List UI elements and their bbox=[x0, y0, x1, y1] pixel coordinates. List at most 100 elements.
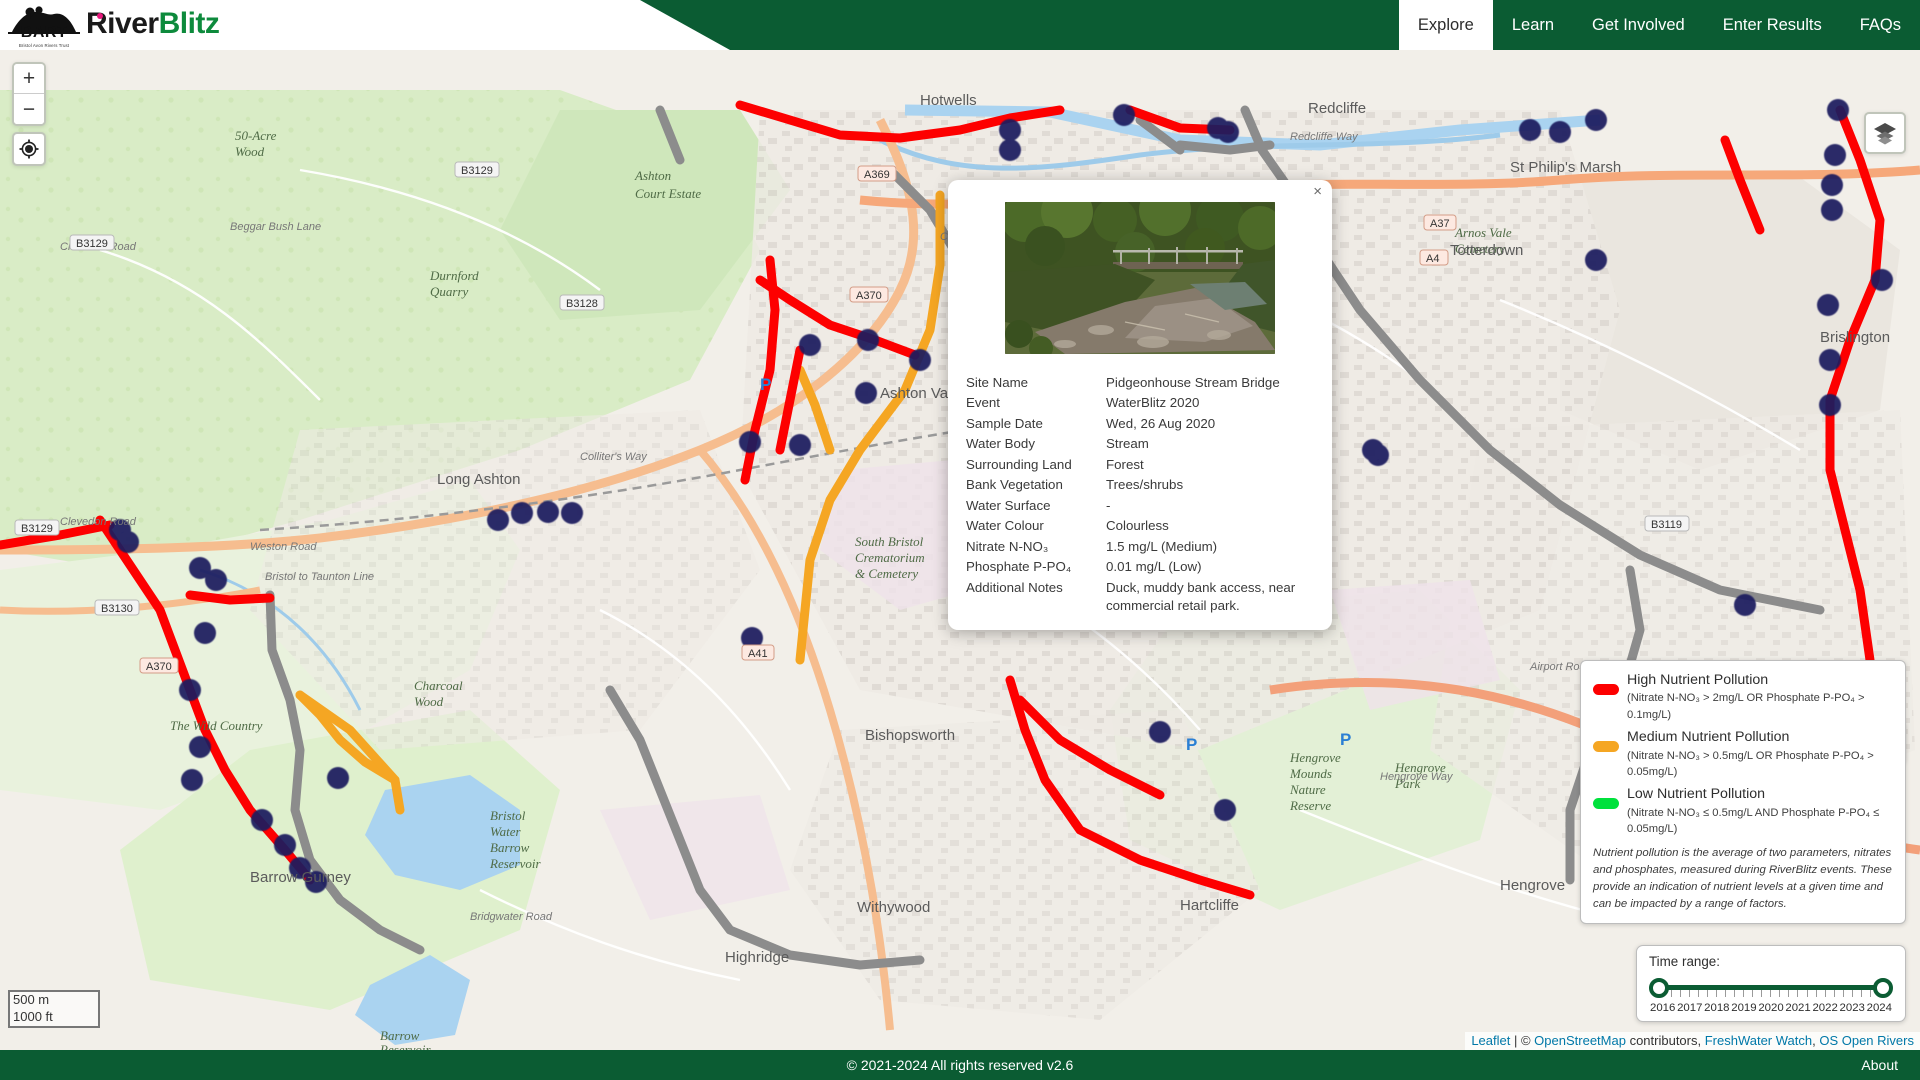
popup-row-key: Additional Notes bbox=[966, 579, 1063, 595]
site-photo bbox=[1005, 202, 1275, 354]
time-range-slider[interactable] bbox=[1649, 975, 1893, 1001]
brand-logo[interactable]: BART Bristol Avon Rivers Trust RiverBlit… bbox=[8, 0, 220, 50]
year-label: 2016 bbox=[1650, 1002, 1676, 1014]
svg-text:A369: A369 bbox=[864, 169, 890, 181]
nav-item-learn[interactable]: Learn bbox=[1493, 0, 1573, 50]
svg-text:Charcoal: Charcoal bbox=[414, 678, 463, 693]
svg-text:Quarry: Quarry bbox=[430, 284, 469, 299]
site-detail-table: Site Name Pidgeonhouse Stream Bridge Event… bbox=[966, 372, 1314, 616]
layers-icon bbox=[1874, 123, 1896, 145]
year-label: 2021 bbox=[1785, 1002, 1811, 1014]
nav-item-faqs[interactable]: FAQs bbox=[1841, 0, 1920, 50]
popup-row-key: Site Name bbox=[966, 374, 1029, 390]
popup-row-key: Bank Vegetation bbox=[966, 477, 1063, 493]
year-label: 2020 bbox=[1758, 1002, 1784, 1014]
slider-tick bbox=[1716, 990, 1718, 997]
main-navigation[interactable]: Explore Learn Get Involved Enter Results FAQ… bbox=[1398, 0, 1920, 50]
popup-row: Additional Notes Duck, muddy bank access,… bbox=[966, 577, 1314, 615]
legend-text-group: Medium Nutrient Pollution (Nitrate N-NO₃ … bbox=[1627, 728, 1893, 780]
svg-text:Arnos Vale: Arnos Vale bbox=[1454, 225, 1512, 240]
legend-item-title: Low Nutrient Pollution bbox=[1627, 786, 1766, 803]
slider-tick bbox=[1761, 990, 1763, 997]
svg-text:A370: A370 bbox=[856, 290, 882, 302]
svg-text:A37: A37 bbox=[1430, 218, 1450, 230]
svg-text:Barrow: Barrow bbox=[490, 840, 530, 855]
popup-row: Phosphate P-PO₄ 0.01 mg/L (Low) bbox=[966, 557, 1314, 578]
slider-tick bbox=[1851, 990, 1853, 997]
svg-text:B3129: B3129 bbox=[461, 165, 493, 177]
map-scale-bar: 500 m 1000 ft bbox=[8, 989, 100, 1028]
svg-text:Redcliffe: Redcliffe bbox=[1308, 100, 1366, 117]
locate-me-button[interactable] bbox=[12, 132, 46, 166]
svg-text:Withywood: Withywood bbox=[857, 899, 930, 916]
site-footer: © 2021-2024 All rights reserved v2.6 Abo… bbox=[0, 1050, 1920, 1080]
brand-r: R bbox=[86, 7, 108, 40]
slider-tick bbox=[1788, 990, 1790, 997]
svg-text:Bishopsworth: Bishopsworth bbox=[865, 727, 955, 744]
footer-about-link[interactable]: About bbox=[1861, 1050, 1898, 1080]
os-open-rivers-link[interactable]: OS Open Rivers bbox=[1819, 1033, 1914, 1048]
svg-text:Bristol: Bristol bbox=[490, 808, 526, 823]
popup-row-key: Phosphate P-PO₄ bbox=[966, 559, 1072, 575]
layers-button[interactable] bbox=[1864, 112, 1906, 154]
legend-colour-swatch bbox=[1593, 740, 1619, 752]
legend-item-criteria: (Nitrate N-NO₃ > 0.5mg/L OR Phosphate P-… bbox=[1627, 749, 1874, 778]
slider-tick bbox=[1815, 990, 1817, 997]
svg-text:Durnford: Durnford bbox=[429, 268, 479, 283]
svg-text:Reservoir: Reservoir bbox=[379, 1042, 431, 1050]
year-label: 2024 bbox=[1866, 1002, 1892, 1014]
svg-text:Bridgwater Road: Bridgwater Road bbox=[470, 911, 553, 923]
popup-row-value: 0.01 mg/L (Low) bbox=[1106, 559, 1202, 575]
nav-item-enter-results[interactable]: Enter Results bbox=[1704, 0, 1841, 50]
svg-text:St Philip's Marsh: St Philip's Marsh bbox=[1510, 159, 1621, 176]
slider-handle-end[interactable] bbox=[1873, 978, 1893, 998]
popup-row: Water Surface - bbox=[966, 495, 1314, 516]
footer-copyright: © 2021-2024 All rights reserved v2.6 bbox=[846, 1057, 1074, 1073]
popup-row: Bank Vegetation Trees/shrubs bbox=[966, 475, 1314, 496]
popup-close-button[interactable]: × bbox=[1313, 184, 1322, 199]
svg-text:B3129: B3129 bbox=[76, 238, 108, 250]
svg-text:Beggar Bush Lane: Beggar Bush Lane bbox=[230, 221, 321, 233]
slider-tick bbox=[1671, 990, 1673, 997]
slider-tick bbox=[1770, 990, 1772, 997]
svg-text:B3130: B3130 bbox=[101, 603, 133, 615]
nav-item-get-involved[interactable]: Get Involved bbox=[1573, 0, 1704, 50]
slider-tick bbox=[1842, 990, 1844, 997]
openstreetmap-link[interactable]: OpenStreetMap bbox=[1534, 1033, 1626, 1048]
zoom-control[interactable]: + − bbox=[12, 62, 46, 126]
scale-metric: 500 m bbox=[8, 989, 100, 1009]
popup-row: Surrounding Land Forest bbox=[966, 454, 1314, 475]
attr-copyright-symbol: © bbox=[1520, 1033, 1535, 1048]
svg-text:Clevedon Road: Clevedon Road bbox=[60, 516, 137, 528]
nav-item-explore[interactable]: Explore bbox=[1398, 0, 1493, 50]
svg-text:A41: A41 bbox=[748, 648, 768, 660]
popup-row-key: Water Body bbox=[966, 436, 1035, 452]
svg-text:Wood: Wood bbox=[414, 694, 444, 709]
site-detail-popup[interactable]: × Site Name Pidgeonhouse Stream Bridge E… bbox=[948, 180, 1332, 630]
popup-row-value: WaterBlitz 2020 bbox=[1106, 395, 1200, 411]
svg-text:& Cemetery: & Cemetery bbox=[855, 566, 918, 581]
freshwater-watch-link[interactable]: FreshWater Watch bbox=[1705, 1033, 1812, 1048]
slider-handle-start[interactable] bbox=[1649, 978, 1669, 998]
bart-logo-icon: BART Bristol Avon Rivers Trust bbox=[8, 2, 80, 48]
svg-text:P: P bbox=[1186, 735, 1197, 754]
zoom-out-button[interactable]: − bbox=[14, 94, 44, 124]
site-header: BART Bristol Avon Rivers Trust RiverBlit… bbox=[0, 0, 1920, 50]
leaflet-link[interactable]: Leaflet bbox=[1471, 1033, 1510, 1048]
legend-note: Nutrient pollution is the average of two… bbox=[1593, 846, 1892, 910]
svg-text:50-Acre: 50-Acre bbox=[235, 128, 277, 143]
time-range-control[interactable]: Time range: 2016 2017 2018 2019 2020 2021 2022… bbox=[1636, 945, 1906, 1022]
svg-text:Totterdown: Totterdown bbox=[1450, 242, 1523, 259]
slider-tick bbox=[1869, 990, 1871, 997]
slider-tick bbox=[1734, 990, 1736, 997]
year-label: 2018 bbox=[1704, 1002, 1730, 1014]
slider-tick bbox=[1752, 990, 1754, 997]
year-label: 2017 bbox=[1677, 1002, 1703, 1014]
legend-text-group: High Nutrient Pollution (Nitrate N-NO₃ > … bbox=[1627, 671, 1893, 723]
svg-text:B3119: B3119 bbox=[1651, 519, 1682, 531]
zoom-in-button[interactable]: + bbox=[14, 64, 44, 94]
leaflet-map[interactable]: P P P Ashton Court Estate The Wild Count… bbox=[0, 50, 1920, 1050]
svg-text:Hengrove Way: Hengrove Way bbox=[1380, 771, 1454, 783]
slider-tick bbox=[1680, 990, 1682, 997]
slider-tick bbox=[1725, 990, 1727, 997]
